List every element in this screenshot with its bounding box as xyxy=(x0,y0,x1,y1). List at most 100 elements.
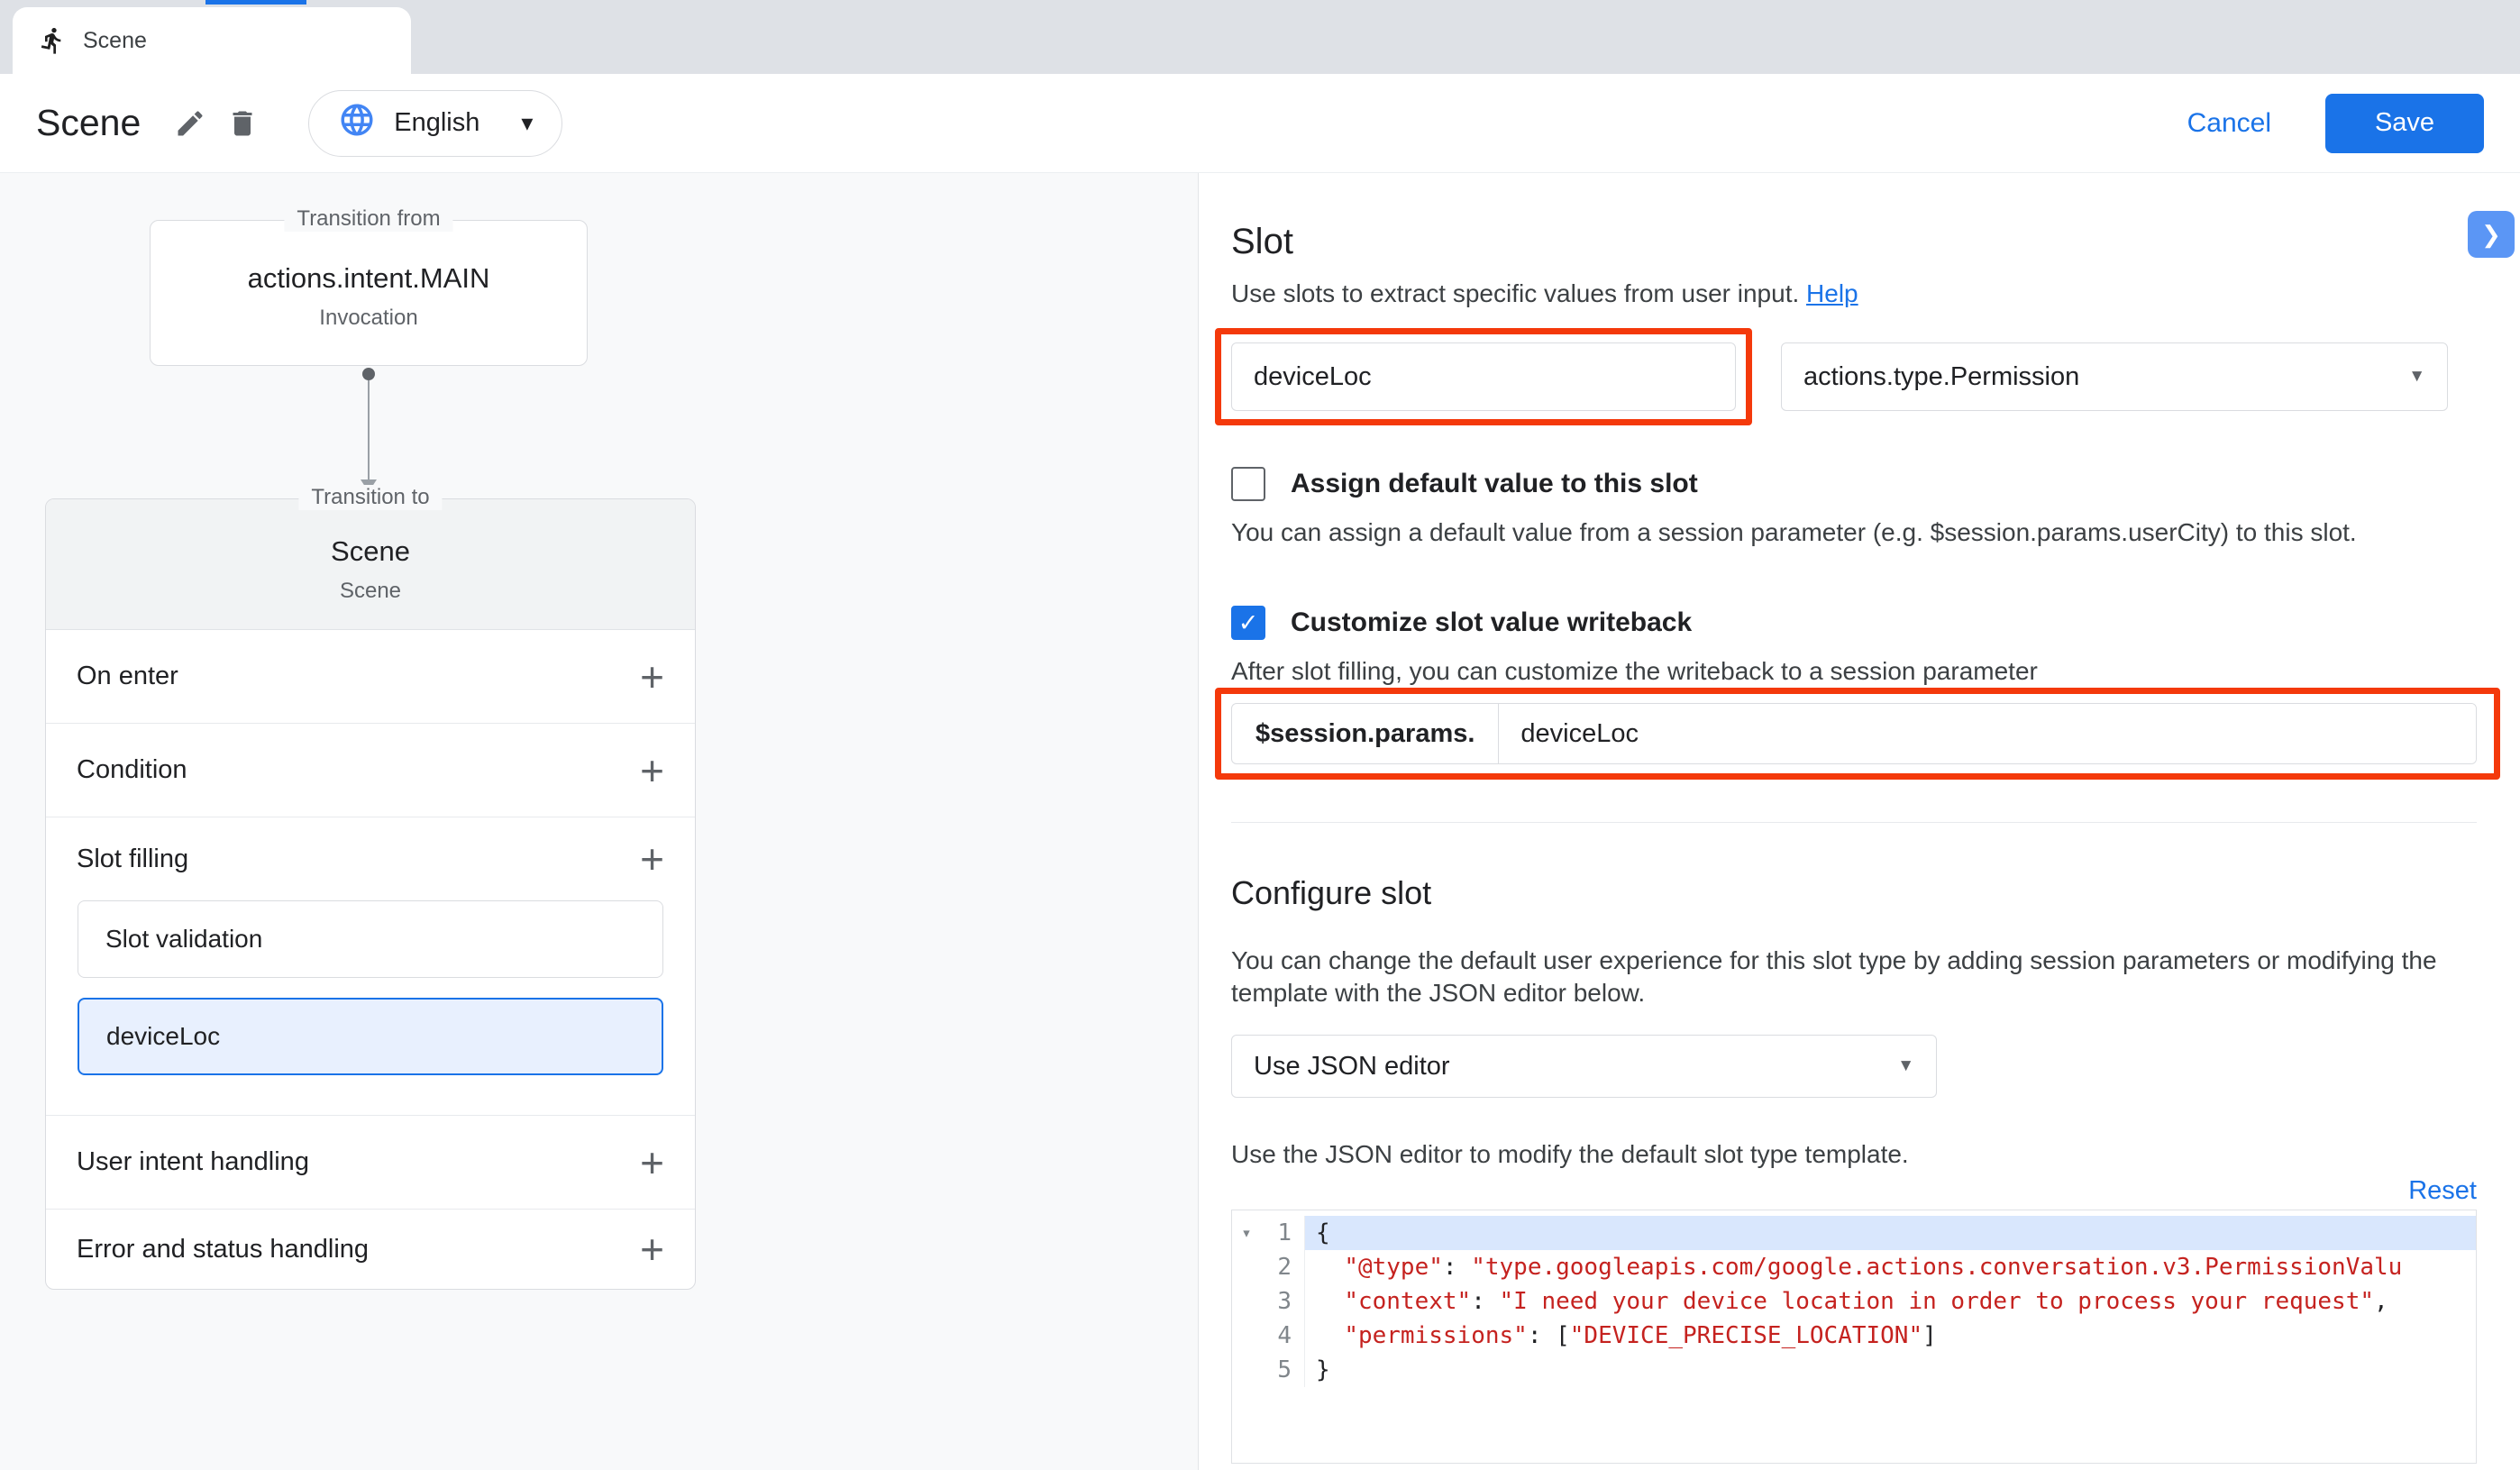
writeback-input-group: $session.params. xyxy=(1231,703,2477,764)
line-number: 2 xyxy=(1261,1250,1304,1284)
section-divider xyxy=(1231,822,2477,823)
add-icon[interactable]: + xyxy=(640,1228,664,1270)
chevron-right-icon: ❯ xyxy=(2481,221,2501,249)
slot-validation-item[interactable]: Slot validation xyxy=(78,900,663,978)
transition-connector xyxy=(361,368,377,492)
assign-default-checkbox[interactable] xyxy=(1231,467,1265,501)
line-number: 1 xyxy=(1261,1216,1304,1250)
code-line[interactable]: 2 "@type": "type.googleapis.com/google.a… xyxy=(1232,1250,2476,1284)
fold-gutter xyxy=(1232,1353,1261,1387)
slot-description: Use slots to extract specific values fro… xyxy=(1231,279,1799,307)
dropdown-arrow-icon: ▼ xyxy=(2408,367,2425,387)
writeback-value-input[interactable] xyxy=(1499,704,2476,763)
add-icon[interactable]: + xyxy=(640,656,664,698)
code-content[interactable]: "@type": "type.googleapis.com/google.act… xyxy=(1304,1250,2476,1284)
slot-filling-label: Slot filling xyxy=(77,845,188,874)
scene-card-header[interactable]: Scene Scene xyxy=(46,499,695,630)
browser-tab-scene[interactable]: Scene xyxy=(13,7,411,74)
code-content[interactable]: } xyxy=(1304,1353,2476,1387)
edit-scene-button[interactable] xyxy=(164,97,216,150)
cancel-button[interactable]: Cancel xyxy=(2187,108,2271,139)
scene-type: Scene xyxy=(46,579,695,604)
json-editor-lines: ▾1{2 "@type": "type.googleapis.com/googl… xyxy=(1232,1216,2476,1387)
pencil-icon xyxy=(174,107,206,140)
connector-line xyxy=(368,380,370,479)
delete-scene-button[interactable] xyxy=(216,97,269,150)
intent-type: Invocation xyxy=(151,306,587,331)
dropdown-arrow-icon: ▼ xyxy=(1897,1056,1914,1076)
globe-icon xyxy=(338,101,376,146)
fold-gutter xyxy=(1232,1284,1261,1319)
editor-hint: Use the JSON editor to modify the defaul… xyxy=(1231,1139,2477,1170)
fold-gutter xyxy=(1232,1250,1261,1284)
help-link[interactable]: Help xyxy=(1806,279,1858,307)
on-enter-row[interactable]: On enter + xyxy=(46,630,695,724)
transition-from-node[interactable]: Transition from actions.intent.MAIN Invo… xyxy=(150,220,588,366)
writeback-wrapper: $session.params. xyxy=(1231,703,2477,764)
walking-person-icon xyxy=(38,26,67,55)
user-intent-row[interactable]: User intent handling + xyxy=(46,1116,695,1210)
code-line[interactable]: ▾1{ xyxy=(1232,1216,2476,1250)
language-label: English xyxy=(394,108,479,138)
configure-slot-title: Configure slot xyxy=(1231,873,2477,912)
scene-card: Transition to Scene Scene On enter + Con… xyxy=(45,498,696,1290)
code-line[interactable]: 5} xyxy=(1232,1353,2476,1387)
code-content[interactable]: "permissions": ["DEVICE_PRECISE_LOCATION… xyxy=(1304,1319,2476,1353)
add-icon[interactable]: + xyxy=(640,1142,664,1183)
on-enter-label: On enter xyxy=(77,662,178,691)
reset-link[interactable]: Reset xyxy=(2408,1176,2477,1205)
scene-header: Scene English ▾ Cancel Save xyxy=(0,74,2520,173)
transition-to-label: Transition to xyxy=(298,485,442,510)
slot-deviceloc-label: deviceLoc xyxy=(106,1022,220,1051)
editor-mode-value: Use JSON editor xyxy=(1254,1052,1450,1082)
user-intent-label: User intent handling xyxy=(77,1147,309,1177)
slot-deviceloc-item[interactable]: deviceLoc xyxy=(78,998,663,1075)
session-params-prefix: $session.params. xyxy=(1232,704,1499,763)
slot-name-input[interactable] xyxy=(1231,342,1736,411)
writeback-row: ✓ Customize slot value writeback xyxy=(1231,606,2477,640)
add-icon[interactable]: + xyxy=(640,750,664,791)
scene-graph-canvas: Transition from actions.intent.MAIN Invo… xyxy=(0,173,1199,1470)
condition-row[interactable]: Condition + xyxy=(46,724,695,817)
line-number: 3 xyxy=(1261,1284,1304,1319)
assign-default-label: Assign default value to this slot xyxy=(1291,469,1698,499)
caret-down-icon: ▾ xyxy=(521,109,533,137)
condition-label: Condition xyxy=(77,755,187,785)
slot-detail-panel: ❯ Slot Use slots to extract specific val… xyxy=(1199,173,2520,1470)
assign-default-help: You can assign a default value from a se… xyxy=(1231,517,2477,548)
tab-loading-indicator xyxy=(205,0,306,5)
code-line[interactable]: 3 "context": "I need your device locatio… xyxy=(1232,1284,2476,1319)
code-line[interactable]: 4 "permissions": ["DEVICE_PRECISE_LOCATI… xyxy=(1232,1319,2476,1353)
json-editor[interactable]: ▾1{2 "@type": "type.googleapis.com/googl… xyxy=(1231,1210,2477,1464)
collapse-panel-button[interactable]: ❯ xyxy=(2468,211,2515,258)
add-icon[interactable]: + xyxy=(640,838,664,880)
trash-icon xyxy=(226,107,259,140)
code-content[interactable]: { xyxy=(1304,1216,2476,1250)
slot-validation-label: Slot validation xyxy=(105,925,262,954)
screen: Scene Scene English ▾ Cancel Save Transi… xyxy=(0,0,2520,1470)
slot-title: Slot xyxy=(1231,220,2477,263)
writeback-checkbox[interactable]: ✓ xyxy=(1231,606,1265,640)
editor-mode-select[interactable]: Use JSON editor ▼ xyxy=(1231,1035,1937,1098)
assign-default-row: Assign default value to this slot xyxy=(1231,467,2477,501)
browser-tab-bar: Scene xyxy=(0,0,2520,74)
error-status-label: Error and status handling xyxy=(77,1235,369,1265)
language-selector[interactable]: English ▾ xyxy=(308,90,562,157)
check-icon: ✓ xyxy=(1238,609,1259,637)
connector-dot xyxy=(362,368,375,380)
writeback-label: Customize slot value writeback xyxy=(1291,607,1692,638)
transition-from-label: Transition from xyxy=(284,206,452,232)
line-number: 5 xyxy=(1261,1353,1304,1387)
slot-filling-section: Slot filling + Slot validation deviceLoc xyxy=(46,817,695,1116)
page-title: Scene xyxy=(36,102,141,144)
code-content[interactable]: "context": "I need your device location … xyxy=(1304,1284,2476,1319)
error-status-row[interactable]: Error and status handling + xyxy=(46,1210,695,1289)
save-button[interactable]: Save xyxy=(2325,94,2484,153)
slot-name-wrapper xyxy=(1231,342,1736,411)
slot-type-select[interactable]: actions.type.Permission ▼ xyxy=(1781,342,2448,411)
line-number: 4 xyxy=(1261,1319,1304,1353)
fold-gutter xyxy=(1232,1319,1261,1353)
slot-filling-row[interactable]: Slot filling + xyxy=(46,817,695,900)
configure-description: You can change the default user experien… xyxy=(1231,945,2450,1009)
fold-arrow-icon[interactable]: ▾ xyxy=(1232,1216,1261,1250)
